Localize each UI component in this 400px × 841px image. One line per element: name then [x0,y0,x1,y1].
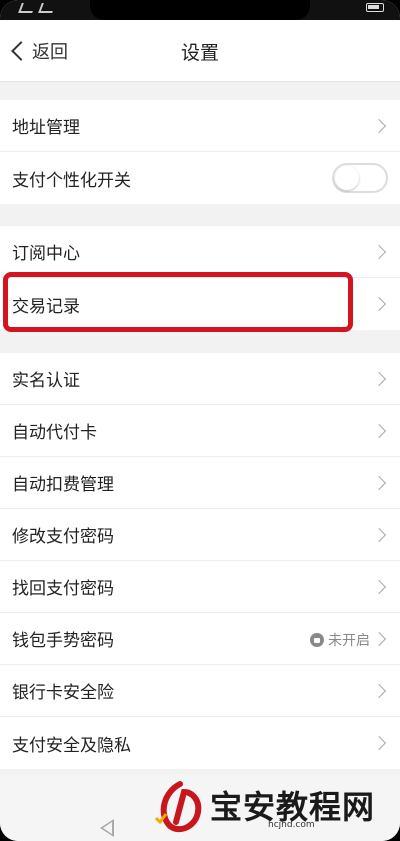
watermark-domain: hcjhd.com [268,820,315,830]
chevron-right-icon [371,475,387,491]
row-label: 订阅中心 [12,244,80,264]
chevron-right-icon [371,631,387,647]
gesture-status: 未开启 [310,630,370,650]
watermark-logo-icon [154,781,202,833]
signal-icon [18,3,36,13]
row-subscription-center[interactable]: 订阅中心 [0,226,400,278]
row-label: 自动代付卡 [12,423,97,443]
row-label: 修改支付密码 [12,527,114,547]
row-label: 支付安全及隐私 [12,735,131,756]
status-bar [0,0,400,20]
chevron-right-icon [371,244,387,260]
chevron-right-icon [371,423,387,439]
chevron-right-icon [371,527,387,543]
status-text: 未开启 [328,633,370,649]
battery-icon [366,3,384,12]
row-recover-payment-password[interactable]: 找回支付密码 [0,561,400,613]
lock-icon [310,633,324,647]
row-real-name-verification[interactable]: 实名认证 [0,353,400,405]
row-label: 实名认证 [12,371,80,391]
row-label: 钱包手势密码 [12,631,114,651]
row-payment-personalization: 支付个性化开关 [0,152,400,204]
watermark: 宝安教程网 hcjhd.com [150,778,395,836]
chevron-right-icon [371,683,387,699]
row-address-management[interactable]: 地址管理 [0,100,400,152]
row-change-payment-password[interactable]: 修改支付密码 [0,509,400,561]
settings-group-3: 实名认证 自动代付卡 自动扣费管理 修改支付密码 找回支付密码 钱包手势密码 未… [0,353,400,769]
row-label: 地址管理 [12,118,80,138]
row-auto-deduction[interactable]: 自动扣费管理 [0,457,400,509]
row-transaction-records[interactable]: 交易记录 [0,278,400,330]
row-label: 找回支付密码 [12,579,114,599]
phone-screen: 返回 设置 地址管理 支付个性化开关 订阅中心 交易记录 实名认证 自动代付卡 … [0,0,400,841]
chevron-right-icon [371,296,387,312]
row-label: 支付个性化开关 [12,170,131,191]
status-right [366,3,384,12]
row-label: 银行卡安全险 [12,683,114,703]
settings-group-1: 地址管理 支付个性化开关 [0,100,400,204]
settings-group-2: 订阅中心 交易记录 [0,226,400,330]
chevron-right-icon [371,735,387,751]
status-left [18,3,56,13]
toggle-knob [335,166,359,190]
camera-notch [90,0,310,20]
nav-back-icon[interactable] [100,819,114,837]
row-payment-security-privacy[interactable]: 支付安全及隐私 [0,717,400,769]
row-label: 自动扣费管理 [12,475,114,495]
wifi-icon [38,3,56,13]
chevron-right-icon [371,371,387,387]
nav-header: 返回 设置 [0,20,400,82]
chevron-right-icon [371,118,387,134]
chevron-right-icon [371,579,387,595]
row-wallet-gesture-password[interactable]: 钱包手势密码 未开启 [0,613,400,665]
row-bank-card-insurance[interactable]: 银行卡安全险 [0,665,400,717]
page-title: 设置 [180,42,219,64]
row-label: 交易记录 [12,296,80,317]
payment-personalization-toggle[interactable] [332,163,388,193]
row-auto-pay-card[interactable]: 自动代付卡 [0,405,400,457]
